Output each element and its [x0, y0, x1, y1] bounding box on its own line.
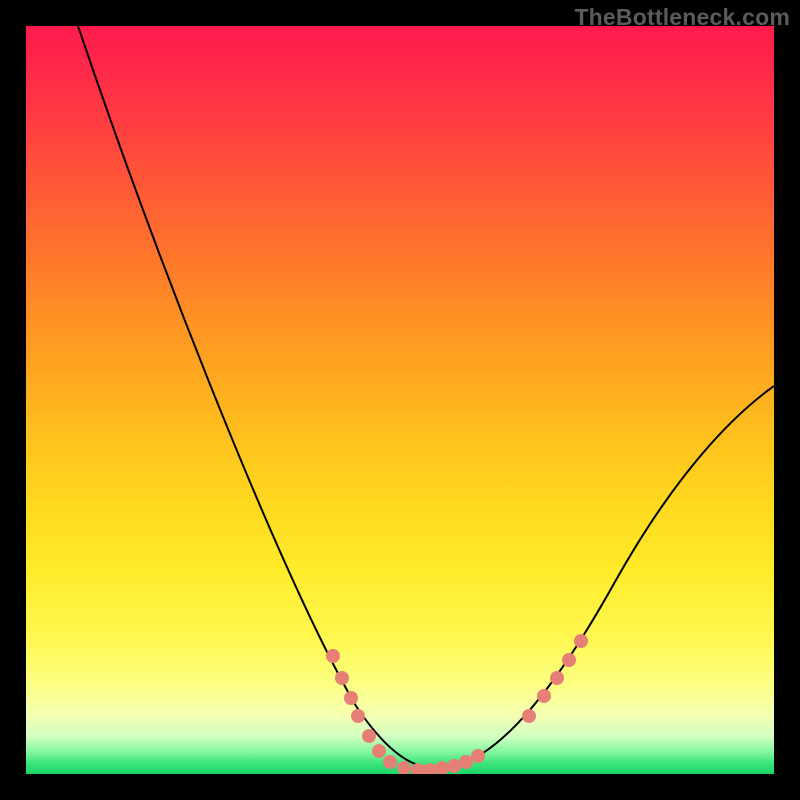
marker-dot [574, 634, 588, 648]
bottleneck-curve [78, 26, 774, 769]
marker-dot [562, 653, 576, 667]
marker-dot [550, 671, 564, 685]
watermark-text: TheBottleneck.com [574, 4, 790, 31]
marker-dot [362, 729, 376, 743]
chart-frame [26, 26, 774, 774]
marker-dot [335, 671, 349, 685]
marker-dot [423, 763, 437, 774]
marker-dot [326, 649, 340, 663]
marker-dot [383, 755, 397, 769]
marker-dot [447, 759, 461, 773]
bottleneck-plot [26, 26, 774, 774]
marker-dot [537, 689, 551, 703]
marker-dot [372, 744, 386, 758]
marker-dot [344, 691, 358, 705]
marker-dot [397, 761, 411, 774]
marker-dot [471, 749, 485, 763]
marker-dot [351, 709, 365, 723]
marker-group [326, 634, 588, 774]
marker-dot [411, 763, 425, 774]
marker-dot [522, 709, 536, 723]
marker-dot [459, 755, 473, 769]
marker-dot [435, 761, 449, 774]
